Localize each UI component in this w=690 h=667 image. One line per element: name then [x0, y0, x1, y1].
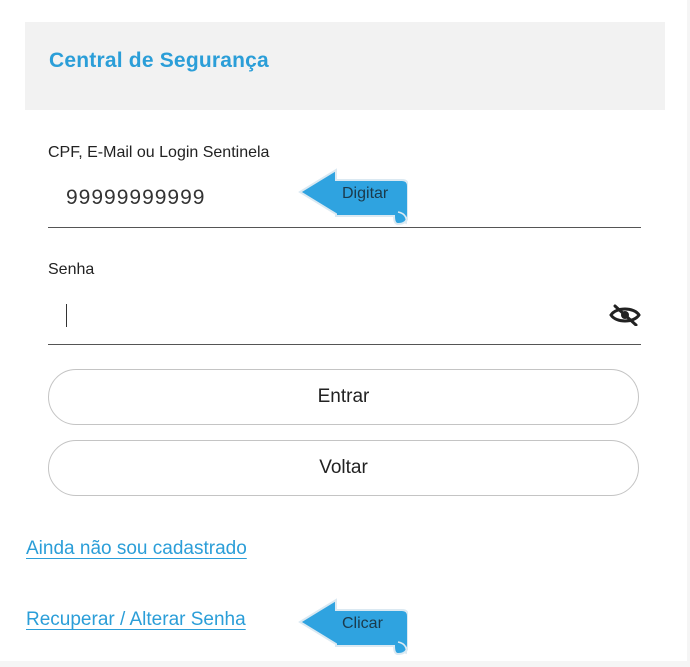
eye-slash-icon[interactable]	[609, 304, 641, 327]
back-button[interactable]: Voltar	[48, 440, 639, 496]
type-hint-callout: Digitar	[298, 168, 408, 226]
page-title: Central de Segurança	[49, 49, 269, 72]
text-caret	[66, 304, 67, 327]
password-input[interactable]	[48, 284, 641, 345]
password-field-label: Senha	[48, 261, 95, 278]
type-hint-text: Digitar	[342, 185, 389, 202]
card-header: Central de Segurança	[25, 22, 665, 110]
click-hint-text: Clicar	[342, 615, 383, 632]
user-input-value[interactable]: 99999999999	[66, 186, 205, 210]
click-hint-callout: Clicar	[298, 598, 408, 656]
recover-password-link[interactable]: Recuperar / Alterar Senha	[26, 609, 246, 631]
enter-button[interactable]: Entrar	[48, 369, 639, 425]
login-page: Central de Segurança CPF, E-Mail ou Logi…	[0, 0, 687, 661]
user-field-label: CPF, E-Mail ou Login Sentinela	[48, 144, 270, 161]
register-link[interactable]: Ainda não sou cadastrado	[26, 538, 247, 560]
